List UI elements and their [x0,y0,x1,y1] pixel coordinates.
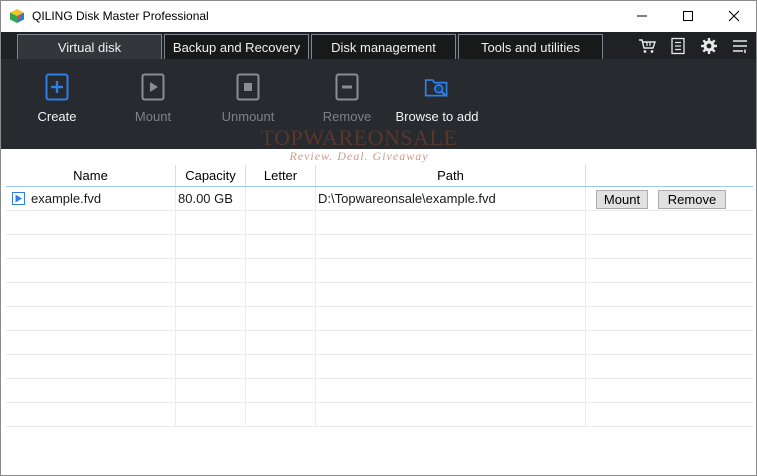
create-icon [44,73,70,101]
column-header-path[interactable]: Path [316,165,586,186]
mount-label: Mount [134,109,172,124]
unmount-button[interactable]: Unmount [214,59,282,149]
maximize-button[interactable] [665,1,711,31]
title-bar[interactable]: QILING Disk Master Professional [1,1,756,31]
app-window: QILING Disk Master Professional Virtual … [0,0,757,476]
empty-row [6,379,753,403]
remove-label: Remove [322,109,372,124]
unmount-label: Unmount [221,109,275,124]
path-cell: D:\Topwareonsale\example.fvd [316,187,586,210]
table-row[interactable]: example.fvd 80.00 GB D:\Topwareonsale\ex… [6,187,753,211]
tab-backup-and-recovery[interactable]: Backup and Recovery [164,34,309,59]
empty-row [6,259,753,283]
close-icon [728,10,740,22]
empty-row [6,403,753,427]
app-logo-icon [9,8,25,24]
main-tabs: Virtual disk Backup and Recovery Disk ma… [1,32,756,59]
column-header-letter[interactable]: Letter [246,165,316,186]
tab-disk-management[interactable]: Disk management [311,34,456,59]
browse-folder-icon [424,73,450,101]
table-header: Name Capacity Letter Path [6,165,753,187]
header-icon-group [637,35,750,57]
row-remove-button[interactable]: Remove [658,190,726,209]
remove-icon [334,73,360,101]
toolbar: Create Mount Unmount Remove Browse to ad… [1,59,756,163]
empty-row [6,307,753,331]
tab-tools-and-utilities[interactable]: Tools and utilities [458,34,603,59]
app-header: Virtual disk Backup and Recovery Disk ma… [1,32,756,163]
empty-row [6,283,753,307]
unmount-icon [235,73,261,101]
disk-name: example.fvd [31,191,102,206]
mount-button[interactable]: Mount [121,59,185,149]
remove-button[interactable]: Remove [315,59,379,149]
letter-cell [246,187,316,210]
column-header-capacity[interactable]: Capacity [176,165,246,186]
tab-virtual-disk[interactable]: Virtual disk [17,34,162,59]
cart-icon[interactable] [637,36,657,56]
browse-to-add-label: Browse to add [395,109,479,124]
capacity-cell: 80.00 GB [176,187,246,210]
close-button[interactable] [711,1,757,31]
window-title: QILING Disk Master Professional [32,9,209,23]
maximize-icon [683,11,693,21]
notes-icon[interactable] [668,36,688,56]
actions-cell: Mount Remove [586,187,753,210]
gear-icon[interactable] [699,36,719,56]
empty-row [6,331,753,355]
create-button[interactable]: Create [25,59,89,149]
create-label: Create [37,109,77,124]
virtual-disk-table: Name Capacity Letter Path example.fvd 80… [6,165,753,433]
empty-row [6,211,753,235]
browse-to-add-button[interactable]: Browse to add [391,59,483,149]
mount-icon [140,73,166,101]
menu-icon[interactable] [730,36,750,56]
empty-row [6,235,753,259]
row-mount-button[interactable]: Mount [596,190,648,209]
minimize-icon [637,15,647,17]
minimize-button[interactable] [619,1,665,31]
column-header-name[interactable]: Name [6,165,176,186]
empty-row [6,355,753,379]
name-cell: example.fvd [6,187,176,210]
column-header-actions [586,165,753,186]
disk-play-icon [12,192,25,205]
watermark-subtitle: Review. Deal. Giveaway [289,149,429,163]
